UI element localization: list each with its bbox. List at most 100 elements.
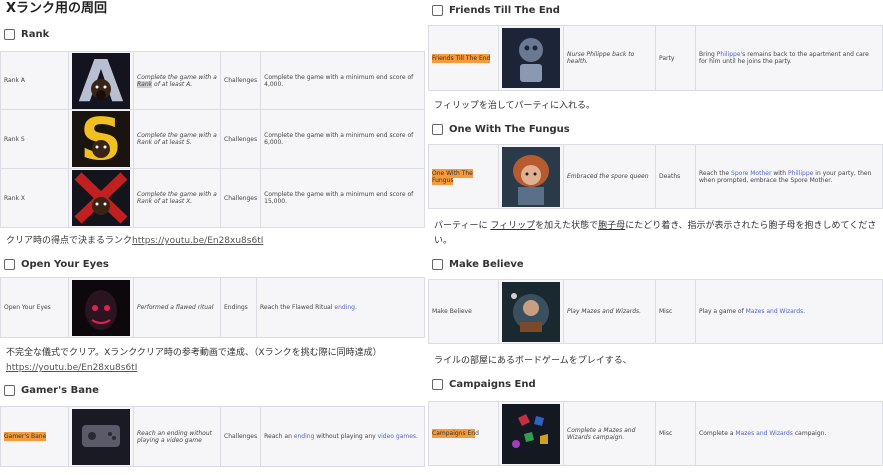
friends-note: フィリップを治してパーティに入れる。 — [434, 101, 596, 111]
rank-x-art-icon — [68, 168, 134, 228]
achievement-requirement: Bring Philippe's remains back to the apa… — [695, 25, 883, 91]
achievement-requirement: Play a game of Mazes and Wizards. — [695, 279, 883, 344]
achievement-description: Complete the game with a Rank of at leas… — [133, 109, 221, 169]
ending-link[interactable]: ending — [334, 304, 355, 311]
achievement-name: Campaigns End — [428, 401, 499, 466]
achievement-category: Challenges — [219, 406, 262, 467]
youtube-link[interactable]: https://youtu.be/En28xu8s6tI — [132, 236, 263, 246]
achievement-description: Complete the game with a Rank of at leas… — [133, 168, 221, 228]
phillippe-link[interactable]: Phillippe — [788, 170, 813, 177]
achievement-requirement: Reach the Spore Mother with Phillippe in… — [695, 144, 883, 209]
achievement-category: Misc — [655, 279, 696, 344]
table-row: Rank A A Complete the game with a Rank o… — [0, 51, 425, 110]
spore-mother-link[interactable]: 胞子母 — [598, 221, 625, 231]
achievement-requirement: Complete the game with a minimum end sco… — [260, 168, 425, 228]
table-row: Rank S S Complete the game with a Rank o… — [0, 109, 425, 169]
mazes-and-wizards-link[interactable]: Mazes and Wizards — [735, 430, 793, 437]
achievement-description: Complete the game with a Rank of at leas… — [133, 51, 221, 110]
achievement-description: Embraced the spore queen — [563, 144, 656, 209]
achievement-requirement: Complete the game with a minimum end sco… — [260, 109, 425, 169]
checkbox[interactable] — [4, 258, 15, 270]
table-row: Campaigns End Complete a Mazes and Wizar… — [428, 401, 883, 466]
checkbox[interactable] — [432, 123, 443, 135]
achievement-category: Endings — [220, 277, 257, 338]
one-with-the-fungus-table: One With The Fungus Embraced the spore qu… — [428, 144, 883, 209]
achievement-name: Friends Till The End — [428, 25, 499, 91]
rank-achievements-table: Rank A A Complete the game with a Rank o… — [0, 51, 425, 228]
checkbox[interactable] — [432, 378, 443, 390]
achievement-requirement: Reach an ending without playing any vide… — [260, 406, 425, 467]
ending-link[interactable]: ending — [294, 433, 315, 440]
fungus-note: パーティーに フィリップを加えた状態で胞子母にたどり着き、指示が表示されたら胞子… — [434, 221, 877, 246]
left-column: Xランク用の周回 Rank Rank A A Complete the game… — [0, 0, 425, 467]
checkbox[interactable] — [4, 384, 15, 396]
rank-s-art-icon: S — [68, 109, 134, 169]
video-games-link[interactable]: video games — [378, 433, 416, 440]
achievement-description: Performed a flawed ritual — [133, 277, 221, 338]
checklist-label: Rank — [21, 29, 50, 40]
achievement-category: Challenges — [219, 109, 262, 169]
achievement-category: Deaths — [655, 144, 696, 209]
open-your-eyes-table: Open Your Eyes Performed a flawed ritual… — [0, 277, 425, 338]
checkbox[interactable] — [4, 29, 15, 40]
achievement-description: Complete a Mazes and Wizards campaign. — [563, 401, 656, 466]
gamers-bane-checklist-item[interactable]: Gamer's Bane — [0, 378, 425, 402]
console-art-icon — [68, 406, 134, 467]
dice-art-icon — [498, 401, 564, 466]
checkbox[interactable] — [432, 258, 443, 270]
table-row: Gamer's Bane Reach an ending without pla… — [0, 406, 425, 467]
checklist-label: One With The Fungus — [449, 123, 570, 135]
checklist-label: Friends Till The End — [449, 4, 560, 16]
friends-till-the-end-checklist-item[interactable]: Friends Till The End — [428, 0, 883, 20]
achievement-category: Challenges — [219, 51, 262, 110]
achievement-name: Open Your Eyes — [0, 277, 69, 338]
table-row: Rank X Complete the game with a Rank of … — [0, 168, 425, 228]
gamers-bane-table: Gamer's Bane Reach an ending without pla… — [0, 406, 425, 467]
achievement-requirement: Reach the Flawed Ritual ending. — [256, 277, 425, 338]
spore-queen-art-icon — [498, 144, 564, 209]
achievement-name: Rank X — [0, 168, 69, 228]
philippe-art-icon — [498, 25, 564, 91]
youtube-link[interactable]: https://youtu.be/En28xu8s6tI — [6, 363, 137, 373]
achievement-category: Misc — [655, 401, 696, 466]
campaigns-end-checklist-item[interactable]: Campaigns End — [428, 371, 883, 397]
philippe-link[interactable]: フィリップ — [490, 221, 535, 231]
rank-checklist-item[interactable]: Rank — [0, 18, 425, 51]
spore-mother-link[interactable]: Spore Mother — [731, 170, 771, 177]
friends-till-the-end-table: Friends Till The End Nurse Philippe back… — [428, 25, 883, 91]
achievement-name: Rank S — [0, 109, 69, 169]
achievement-requirement: Complete the game with a minimum end sco… — [260, 51, 425, 110]
table-row: Make Believe Play Mazes and Wizards. Mis… — [428, 279, 883, 344]
achievement-name: Make Believe — [428, 279, 499, 344]
checklist-label: Open Your Eyes — [21, 258, 109, 270]
checklist-label: Make Believe — [449, 258, 524, 270]
rank-a-art-icon: A — [68, 51, 134, 110]
campaigns-end-table: Campaigns End Complete a Mazes and Wizar… — [428, 401, 883, 466]
open-your-eyes-checklist-item[interactable]: Open Your Eyes — [0, 251, 425, 277]
checklist-label: Campaigns End — [449, 378, 536, 390]
achievement-category: Challenges — [219, 168, 262, 228]
achievement-requirement: Complete a Mazes and Wizards campaign. — [695, 401, 883, 466]
mazes-and-wizards-link[interactable]: Mazes and Wizards — [746, 308, 804, 315]
right-column: Friends Till The End Friends Till The En… — [428, 0, 883, 466]
table-row: Friends Till The End Nurse Philippe back… — [428, 25, 883, 91]
achievement-name: One With The Fungus — [428, 144, 499, 209]
achievement-description: Play Mazes and Wizards. — [563, 279, 656, 344]
one-with-the-fungus-checklist-item[interactable]: One With The Fungus — [428, 116, 883, 142]
achievement-category: Party — [655, 25, 696, 91]
open-your-eyes-note: 不完全な儀式でクリア。Xランククリア時の参考動画で達成、（Xランクを挑む際に同時… — [6, 348, 382, 373]
achievement-name: Gamer's Bane — [0, 406, 69, 467]
make-believe-table: Make Believe Play Mazes and Wizards. Mis… — [428, 279, 883, 344]
checkbox[interactable] — [432, 4, 443, 16]
table-row: Open Your Eyes Performed a flawed ritual… — [0, 277, 425, 338]
page-title: Xランク用の周回 — [6, 1, 108, 16]
table-row: One With The Fungus Embraced the spore qu… — [428, 144, 883, 209]
achievement-name: Rank A — [0, 51, 69, 110]
svg-text:S: S — [80, 111, 122, 167]
achievement-description: Reach an ending without playing a video … — [133, 406, 221, 467]
make-believe-note: ライルの部屋にあるボードゲームをプレイする、 — [434, 356, 632, 366]
checklist-label: Gamer's Bane — [21, 384, 99, 396]
flawed-ritual-art-icon — [68, 277, 134, 338]
make-believe-checklist-item[interactable]: Make Believe — [428, 251, 883, 277]
philippe-link[interactable]: Philippe — [717, 51, 741, 58]
